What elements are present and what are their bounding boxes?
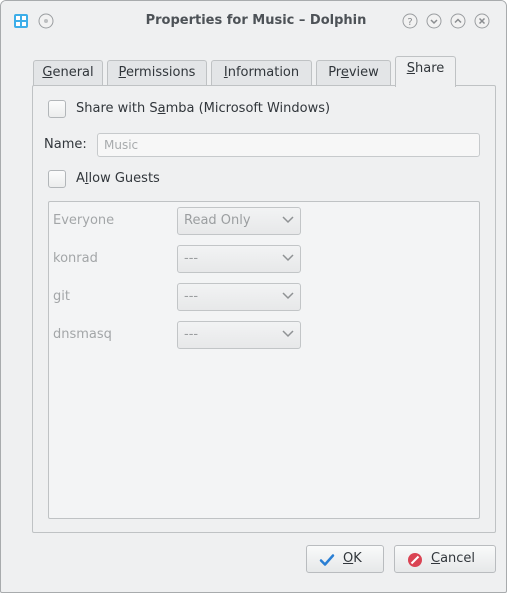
chevron-down-icon [282, 216, 294, 224]
tab-information-label: nformation [227, 65, 300, 80]
ok-mnemonic: O [343, 551, 354, 566]
chevron-down-icon [282, 254, 294, 262]
tab-general-label: eneral [52, 65, 94, 80]
ok-label-rest: K [353, 551, 362, 566]
app-menu-icon[interactable] [13, 13, 29, 29]
allow-guests-label-pre: A [76, 171, 85, 186]
share-name-field[interactable]: Music [97, 133, 480, 157]
close-icon[interactable] [474, 13, 490, 29]
tab-share-mnemonic: S [406, 61, 415, 76]
cancel-label-rest: ancel [440, 551, 476, 566]
minimize-icon[interactable] [426, 13, 442, 29]
chevron-down-icon [282, 292, 294, 300]
tab-preview-mnemonic: e [340, 65, 349, 80]
help-icon[interactable]: ? [402, 13, 418, 29]
share-samba-mnemonic: a [157, 101, 166, 116]
share-samba-label-pre: Share with S [76, 101, 158, 116]
tab-permissions[interactable]: Permissions [107, 60, 207, 86]
chevron-down-icon [282, 330, 294, 338]
properties-dialog: Properties for Music – Dolphin ? General… [0, 0, 507, 593]
tab-information[interactable]: Information [211, 60, 312, 86]
tab-share[interactable]: Share [395, 56, 456, 87]
title-bar: Properties for Music – Dolphin ? [1, 1, 506, 43]
on-all-desktops-icon[interactable] [38, 13, 54, 29]
tab-share-label: hare [415, 61, 445, 76]
allow-guests-label-post: low Guests [88, 171, 160, 186]
cancel-button[interactable]: Cancel [394, 545, 496, 573]
tab-preview[interactable]: Preview [316, 60, 391, 86]
permission-value: Read Only [184, 213, 251, 228]
tab-preview-prefix: Pr [328, 65, 341, 80]
ok-button-label: OK [343, 551, 362, 566]
tab-permissions-label: ermissions [125, 65, 196, 80]
cancel-button-label: Cancel [431, 551, 475, 566]
allow-guests-checkbox[interactable] [48, 170, 66, 188]
permission-select[interactable]: --- [177, 321, 301, 349]
cancel-icon [408, 553, 422, 567]
tab-general-mnemonic: G [42, 65, 53, 80]
tab-general[interactable]: General [33, 60, 103, 86]
user-name: Everyone [53, 213, 115, 228]
checkmark-icon [319, 554, 335, 566]
share-samba-label[interactable]: Share with Samba (Microsoft Windows) [76, 101, 330, 116]
permission-select[interactable]: --- [177, 245, 301, 273]
allow-guests-label[interactable]: Allow Guests [76, 171, 160, 186]
permission-value: --- [184, 251, 199, 266]
tab-permissions-mnemonic: P [118, 65, 126, 80]
user-permissions-list[interactable]: Everyone Read Only konrad --- git --- dn… [48, 201, 480, 519]
window-title: Properties for Music – Dolphin [145, 13, 367, 28]
svg-text:?: ? [407, 17, 412, 28]
permission-select[interactable]: --- [177, 283, 301, 311]
permission-value: --- [184, 327, 199, 342]
tab-preview-label: view [348, 65, 379, 80]
user-name: git [53, 289, 70, 304]
share-samba-label-post: mba (Microsoft Windows) [165, 101, 331, 116]
share-samba-checkbox[interactable] [48, 100, 66, 118]
permission-select[interactable]: Read Only [177, 207, 301, 235]
user-name: dnsmasq [53, 327, 112, 342]
permission-value: --- [184, 289, 199, 304]
name-label: Name: [44, 137, 87, 152]
cancel-mnemonic: C [431, 551, 441, 566]
ok-button[interactable]: OK [306, 545, 384, 573]
maximize-icon[interactable] [450, 13, 466, 29]
user-name: konrad [53, 251, 98, 266]
